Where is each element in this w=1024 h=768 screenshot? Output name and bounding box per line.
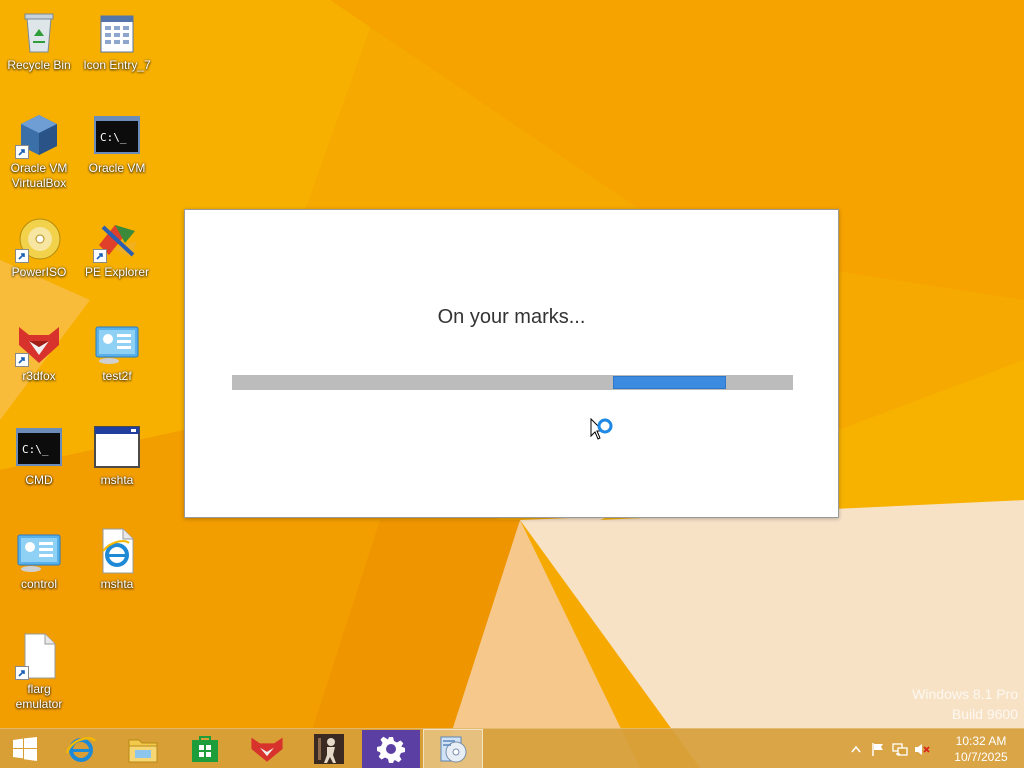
virtualbox-icon xyxy=(15,111,63,159)
clock-date: 10/7/2025 xyxy=(954,750,1008,764)
shortcut-arrow-icon xyxy=(15,249,29,263)
window-icon xyxy=(93,423,141,471)
desktop-icon-poweriso[interactable]: PowerISO xyxy=(1,215,77,280)
network-icon[interactable] xyxy=(892,741,908,757)
pe-explorer-icon xyxy=(93,215,141,263)
splash-message: On your marks... xyxy=(437,306,586,328)
desktop-icon-cmd[interactable]: C:\_ CMD xyxy=(1,423,77,488)
watermark-edition: Windows 8.1 Pro xyxy=(912,686,1018,702)
taskbar-r3dfox[interactable] xyxy=(237,729,297,768)
desktop-icon-label: test2f xyxy=(102,369,132,383)
windows-watermark: Windows 8.1 Pro Build 9600 xyxy=(912,684,1018,724)
desktop-icon-label: PowerISO xyxy=(11,265,67,279)
internet-explorer-icon xyxy=(65,737,97,762)
r3dfox-icon xyxy=(15,319,63,367)
file-explorer-icon xyxy=(128,739,158,763)
taskbar-clock[interactable]: 10:32 AM 10/7/2025 xyxy=(946,733,1016,765)
progress-bar-indicator xyxy=(613,376,726,389)
desktop-icon-control[interactable]: control xyxy=(1,527,77,592)
desktop-icon-label: CMD xyxy=(25,473,53,487)
start-button[interactable] xyxy=(0,729,50,768)
desktop-icon-oracle-vm[interactable]: C:\_ Oracle VM xyxy=(79,111,155,176)
spreadsheet-icon xyxy=(93,8,141,56)
desktop-icon-label: control xyxy=(20,577,58,591)
recycle-bin-icon xyxy=(15,8,63,56)
taskbar-file-explorer[interactable] xyxy=(113,729,173,768)
taskbar-app-figure[interactable] xyxy=(299,729,359,768)
taskbar-setup-active[interactable] xyxy=(423,729,483,768)
desktop-icon-label: Oracle VM VirtualBox xyxy=(10,161,68,190)
splash-dialog: On your marks... xyxy=(184,209,839,518)
desktop-icon-recycle-bin[interactable]: Recycle Bin xyxy=(1,8,77,73)
console-icon: C:\_ xyxy=(15,423,63,471)
taskbar: 10:32 AM 10/7/2025 xyxy=(0,728,1024,768)
system-tray: 10:32 AM 10/7/2025 xyxy=(844,729,1024,768)
svg-text:C:\_: C:\_ xyxy=(100,131,127,144)
console-icon: C:\_ xyxy=(93,111,141,159)
desktop-icon-virtualbox[interactable]: Oracle VM VirtualBox xyxy=(1,111,77,191)
taskbar-store[interactable] xyxy=(175,729,235,768)
blank-file-icon xyxy=(15,632,63,680)
desktop-icon-r3dfox[interactable]: r3dfox xyxy=(1,319,77,384)
show-hidden-icon[interactable] xyxy=(848,741,864,757)
desktop-icon-label: Oracle VM xyxy=(88,161,146,175)
desktop-icon-label: r3dfox xyxy=(22,369,56,383)
svg-text:C:\_: C:\_ xyxy=(22,443,49,456)
clock-time: 10:32 AM xyxy=(955,734,1007,748)
disc-icon xyxy=(15,215,63,263)
ie-document-icon xyxy=(93,527,141,575)
desktop-icon-label: mshta xyxy=(100,577,134,591)
desktop-icon-label: mshta xyxy=(100,473,134,487)
control-panel-icon xyxy=(93,319,141,367)
desktop-icon-pe-explorer[interactable]: PE Explorer xyxy=(79,215,155,280)
busy-cursor-icon xyxy=(590,417,616,446)
volume-muted-icon[interactable] xyxy=(914,741,930,757)
taskbar-settings[interactable] xyxy=(361,729,421,768)
watermark-build: Build 9600 xyxy=(951,706,1018,722)
desktop-icon-flarg-emulator[interactable]: flarg emulator xyxy=(1,632,77,712)
desktop-icon-label: PE Explorer xyxy=(84,265,150,279)
shortcut-arrow-icon xyxy=(15,353,29,367)
desktop-icon-test2f[interactable]: test2f xyxy=(79,319,155,384)
desktop-icon-label: Recycle Bin xyxy=(7,58,71,72)
taskbar-internet-explorer[interactable] xyxy=(51,729,111,768)
windows-logo-icon xyxy=(13,737,37,761)
settings-gear-icon xyxy=(377,736,405,763)
r3dfox-icon xyxy=(251,737,283,762)
shortcut-arrow-icon xyxy=(15,145,29,159)
shortcut-arrow-icon xyxy=(15,666,29,680)
store-icon xyxy=(192,736,218,762)
desktop-icon-label: flarg emulator xyxy=(15,682,63,711)
progress-bar xyxy=(232,375,793,390)
desktop-icon-label: Icon Entry_7 xyxy=(83,58,151,72)
desktop-icon-mshta-window[interactable]: mshta xyxy=(79,423,155,488)
control-panel-icon xyxy=(15,527,63,575)
action-center-flag-icon[interactable] xyxy=(870,741,886,757)
setup-disc-icon xyxy=(440,736,467,763)
app-figure-icon xyxy=(314,734,344,764)
shortcut-arrow-icon xyxy=(93,249,107,263)
desktop-icon-mshta-document[interactable]: mshta xyxy=(79,527,155,592)
desktop-icon-entry[interactable]: Icon Entry_7 xyxy=(79,8,155,73)
